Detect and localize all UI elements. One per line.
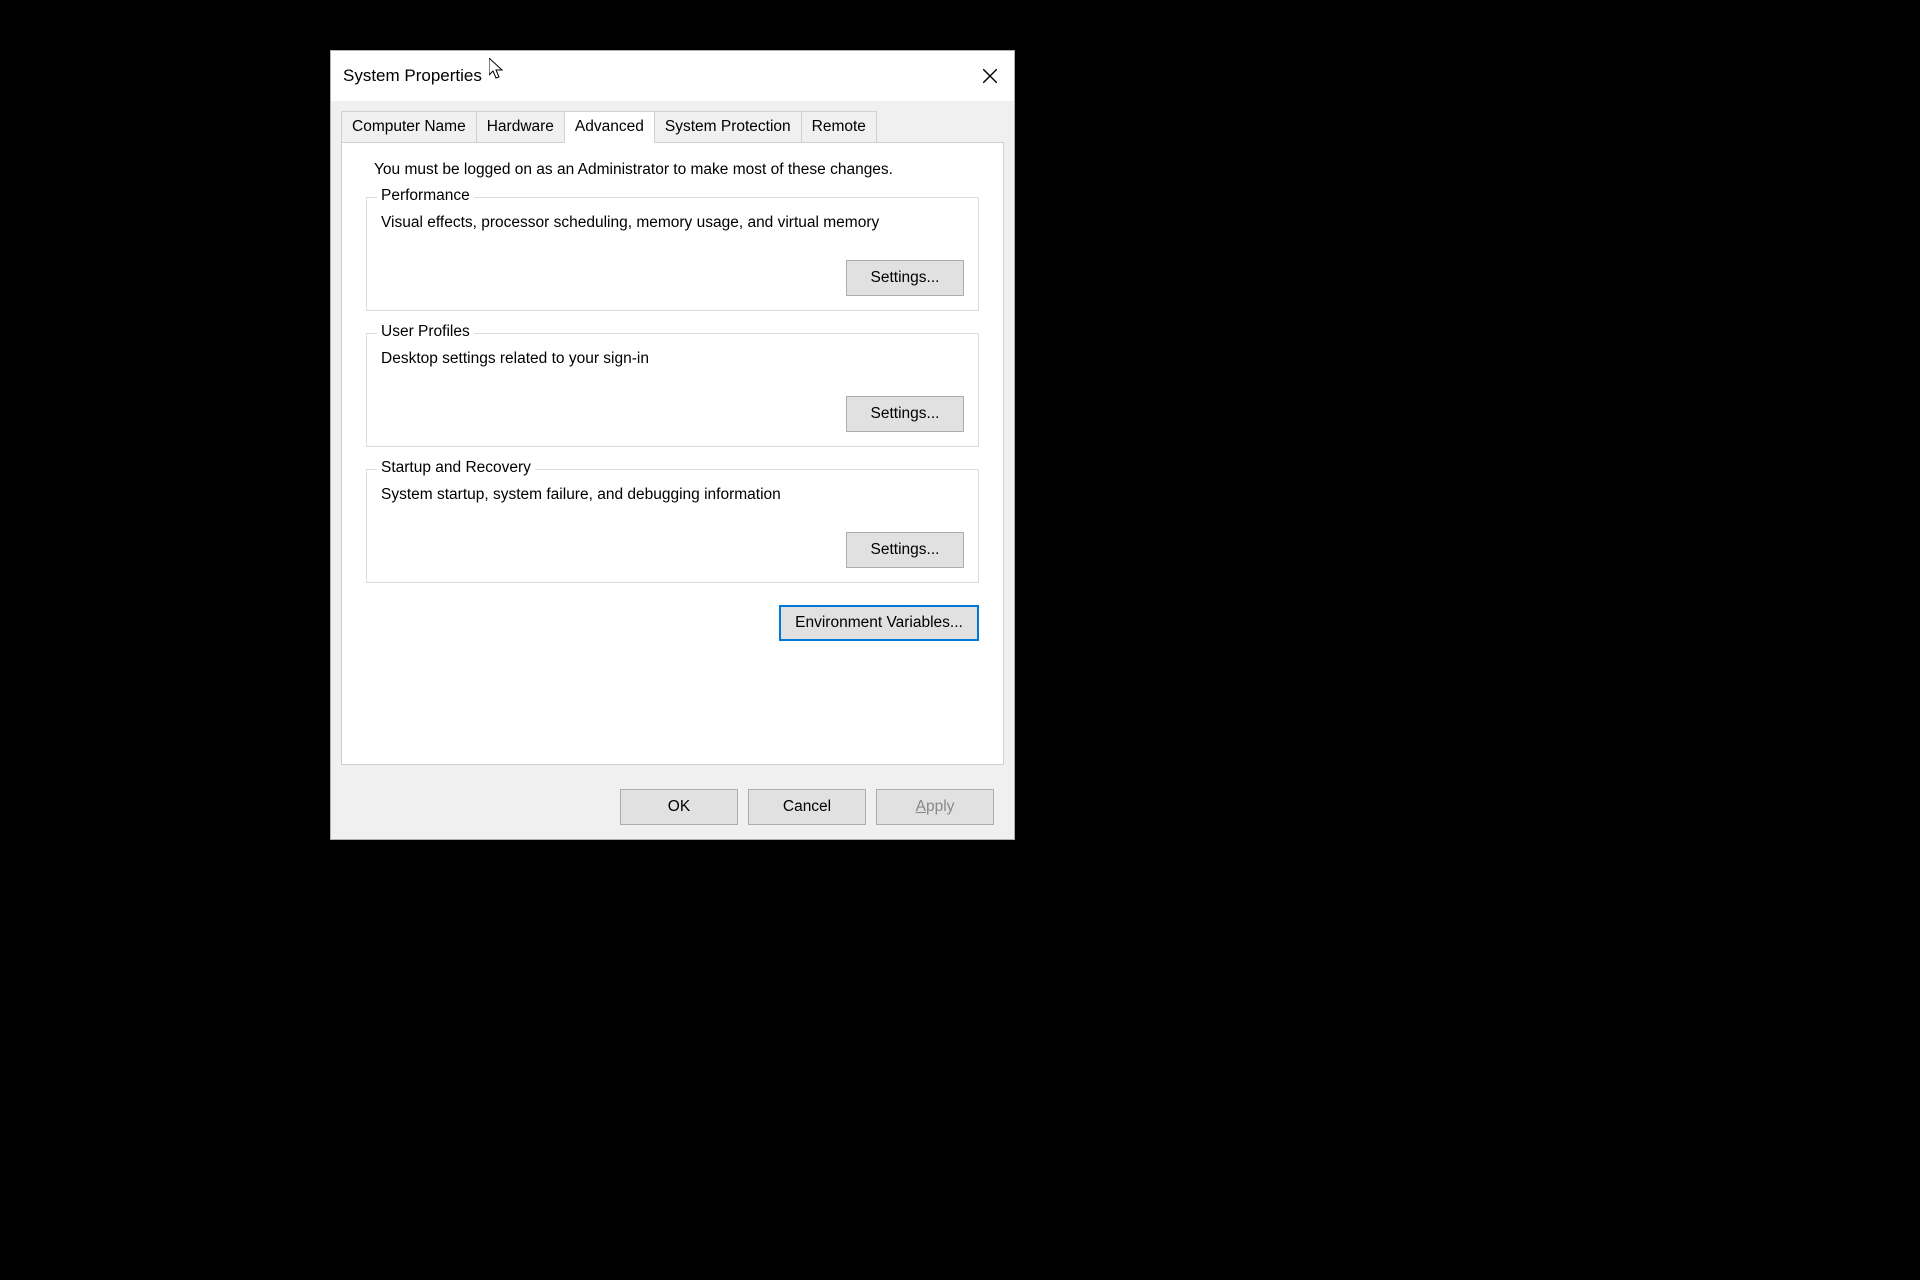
- apply-button-label: A: [916, 798, 926, 815]
- groupbox-startup-recovery: Startup and Recovery System startup, sys…: [366, 469, 979, 583]
- performance-button-row: Settings...: [381, 260, 964, 296]
- tab-computer-name[interactable]: Computer Name: [341, 111, 477, 143]
- tab-remote[interactable]: Remote: [801, 111, 877, 143]
- groupbox-user-profiles: User Profiles Desktop settings related t…: [366, 333, 979, 447]
- groupbox-performance: Performance Visual effects, processor sc…: [366, 197, 979, 311]
- apply-button[interactable]: Apply: [876, 789, 994, 825]
- startup-recovery-settings-button[interactable]: Settings...: [846, 532, 964, 568]
- startup-recovery-desc: System startup, system failure, and debu…: [381, 486, 964, 504]
- performance-settings-button[interactable]: Settings...: [846, 260, 964, 296]
- dialog-button-row: OK Cancel Apply: [331, 775, 1014, 839]
- user-profiles-button-row: Settings...: [381, 396, 964, 432]
- tab-hardware[interactable]: Hardware: [476, 111, 565, 143]
- ok-button[interactable]: OK: [620, 789, 738, 825]
- dialog-title: System Properties: [343, 66, 482, 86]
- tab-advanced[interactable]: Advanced: [564, 111, 655, 143]
- admin-note: You must be logged on as an Administrato…: [366, 161, 979, 179]
- user-profiles-desc: Desktop settings related to your sign-in: [381, 350, 964, 368]
- groupbox-legend-performance: Performance: [377, 187, 474, 205]
- tab-content-advanced: You must be logged on as an Administrato…: [341, 142, 1004, 765]
- system-properties-dialog: System Properties Computer Name Hardware…: [330, 50, 1015, 840]
- environment-variables-button[interactable]: Environment Variables...: [779, 605, 979, 641]
- tabstrip: Computer Name Hardware Advanced System P…: [331, 101, 1014, 143]
- titlebar: System Properties: [331, 51, 1014, 101]
- startup-recovery-button-row: Settings...: [381, 532, 964, 568]
- close-button[interactable]: [966, 51, 1014, 101]
- user-profiles-settings-button[interactable]: Settings...: [846, 396, 964, 432]
- groupbox-legend-user-profiles: User Profiles: [377, 323, 474, 341]
- cancel-button[interactable]: Cancel: [748, 789, 866, 825]
- groupbox-legend-startup-recovery: Startup and Recovery: [377, 459, 535, 477]
- environment-variables-row: Environment Variables...: [366, 605, 979, 641]
- tab-system-protection[interactable]: System Protection: [654, 111, 802, 143]
- close-icon: [983, 69, 997, 83]
- performance-desc: Visual effects, processor scheduling, me…: [381, 214, 964, 232]
- apply-button-label-rest: pply: [926, 798, 954, 815]
